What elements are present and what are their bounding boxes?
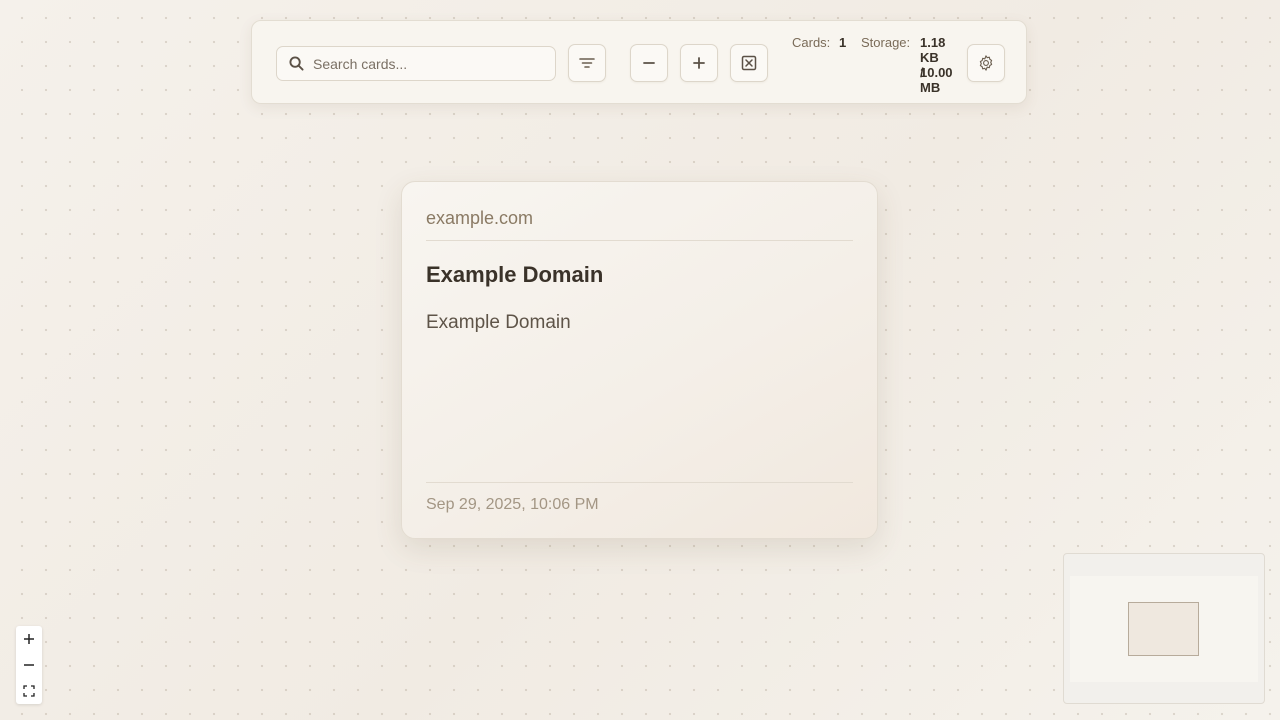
fit-view-button[interactable] [730,44,768,82]
fullscreen-icon [23,685,35,697]
zoom-in-button[interactable] [680,44,718,82]
canvas-zoom-in-button[interactable] [16,626,42,652]
card-excerpt: Example Domain [426,312,571,333]
minus-icon [24,664,34,666]
close-box-icon [741,55,757,71]
storage-value-line4: MB [920,80,941,95]
card-divider-top [426,240,853,241]
toolbar: Cards: 1 Storage: 1.18 KB / 10.00 MB [251,20,1027,104]
plus-icon [24,634,34,644]
cards-count-value: 1 [839,35,847,50]
storage-value-line3: 10.00 [920,65,953,80]
gear-icon [979,55,993,71]
minus-icon [643,62,655,64]
minimap-card-node [1128,602,1199,656]
search-input[interactable] [313,47,549,80]
storage-value-line1: 1.18 [920,35,946,50]
zoom-out-button[interactable] [630,44,668,82]
card-date: Sep 29, 2025, 10:06 PM [426,496,599,513]
settings-button[interactable] [967,44,1005,82]
plus-icon [693,57,705,69]
card-title: Example Domain [426,262,604,287]
filter-icon [579,58,595,68]
canvas-controls [16,626,42,704]
search-icon [289,56,304,71]
canvas-zoom-out-button[interactable] [16,652,42,678]
storage-label: Storage: [861,35,911,50]
minimap[interactable] [1063,553,1265,704]
canvas-fit-view-button[interactable] [16,678,42,704]
search-box[interactable] [276,46,556,81]
card-divider-bottom [426,482,853,483]
filter-button[interactable] [568,44,606,82]
cards-count-label: Cards: [792,35,831,50]
bookmark-card[interactable]: example.com Example Domain Example Domai… [401,181,878,539]
card-domain[interactable]: example.com [426,208,533,229]
